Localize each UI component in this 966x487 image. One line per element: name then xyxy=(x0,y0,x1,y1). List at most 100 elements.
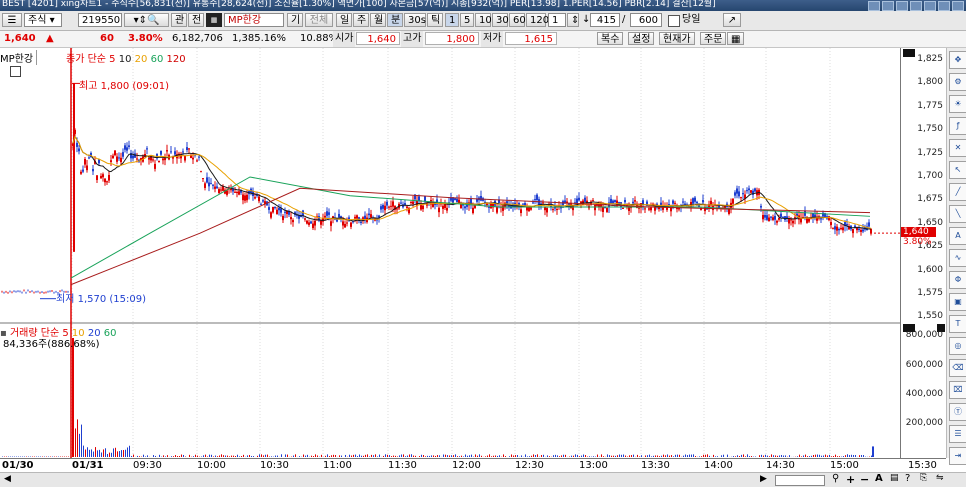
eraser-tool-icon[interactable]: ⌫ xyxy=(949,359,966,377)
lines-tool-icon[interactable]: ☰ xyxy=(949,425,966,443)
order-button[interactable]: 주문 xyxy=(700,32,726,45)
layout-icon[interactable]: ▤ xyxy=(890,473,899,483)
volume-bar xyxy=(377,456,378,457)
current-price-button[interactable]: 현재가 xyxy=(659,32,695,45)
auto-tool-icon[interactable]: A xyxy=(949,227,966,245)
zoom-slider[interactable] xyxy=(775,475,825,486)
sort-icon[interactable]: ↓ xyxy=(582,13,590,27)
restore-window-icon[interactable] xyxy=(868,1,880,11)
volume-bar xyxy=(171,456,172,457)
price-candle xyxy=(114,150,116,155)
period-month[interactable]: 월 xyxy=(370,13,386,27)
target-tool-icon[interactable]: ◎ xyxy=(949,337,966,355)
interval-1[interactable]: 1 xyxy=(445,13,459,27)
volume-bar xyxy=(385,454,386,457)
pin-window-icon[interactable] xyxy=(924,1,936,11)
scroll-left-icon[interactable]: ◀ xyxy=(4,474,11,484)
volume-bar xyxy=(805,455,806,457)
grid-icon[interactable]: ▦ xyxy=(727,32,744,45)
price-candle xyxy=(328,212,330,215)
volume-bar xyxy=(533,454,534,457)
jeon-button[interactable]: 전 xyxy=(188,13,204,27)
volume-bar xyxy=(463,456,464,457)
price-candle xyxy=(344,224,346,227)
unit-input[interactable]: 1 xyxy=(548,13,566,27)
tile-window-icon[interactable] xyxy=(910,1,922,11)
volume-bar xyxy=(621,455,622,457)
text-tool-icon[interactable]: T xyxy=(949,315,966,333)
interval-60[interactable]: 60 xyxy=(509,13,525,27)
exit-tool-icon[interactable]: ⇥ xyxy=(949,447,966,465)
chart-canvas[interactable] xyxy=(0,48,900,458)
period-30s[interactable]: 30s xyxy=(404,13,426,27)
panel-toggle-checkbox[interactable] xyxy=(10,66,21,77)
period-day[interactable]: 일 xyxy=(336,13,352,27)
volume-bar xyxy=(401,455,402,457)
volume-bar xyxy=(559,456,560,457)
period-tick[interactable]: 틱 xyxy=(427,13,443,27)
gi-button[interactable]: 기 xyxy=(287,13,303,27)
bulb-tool-icon[interactable]: ☀ xyxy=(949,95,966,113)
panel-max-icon[interactable] xyxy=(903,49,915,57)
indicator-tool-icon[interactable]: ƒ xyxy=(949,117,966,135)
stock-name-field[interactable]: MP한강 xyxy=(224,13,284,27)
wave-tool-icon[interactable]: ∿ xyxy=(949,249,966,267)
price-candle xyxy=(710,201,712,205)
help-window-icon[interactable] xyxy=(938,1,950,11)
close-window-icon[interactable] xyxy=(952,1,964,11)
settings-tool-icon[interactable]: ⚙ xyxy=(949,73,966,91)
chart-scrollbar[interactable]: ◀ ▶ ⚲ + − A ▤ ? ⎘ ⇋ xyxy=(0,472,966,487)
volume-bar xyxy=(677,455,678,457)
chart-style-icon[interactable]: ↗ xyxy=(723,13,741,27)
interval-30[interactable]: 30 xyxy=(492,13,508,27)
trend-tool-icon[interactable]: ╲ xyxy=(949,205,966,223)
volume-bar xyxy=(307,455,308,457)
font-size-icon[interactable]: A xyxy=(875,473,883,484)
line-tool-icon[interactable]: ╱ xyxy=(949,183,966,201)
stock-type-select[interactable]: 주식 ▾ xyxy=(24,13,62,27)
pointer-tool-icon[interactable]: ↖ xyxy=(949,161,966,179)
price-candle xyxy=(442,206,444,209)
chart-area[interactable]: MP한강 종가 단순 5 10 20 60 120 최고 1,800 (09:0… xyxy=(0,48,900,458)
boksu-button[interactable]: 복수 xyxy=(597,32,623,45)
price-candle xyxy=(254,197,256,198)
volume-bar xyxy=(631,455,632,457)
stock-code-input[interactable]: 219550 xyxy=(78,13,122,27)
interval-5[interactable]: 5 xyxy=(460,13,474,27)
maximize-window-icon[interactable] xyxy=(896,1,908,11)
scroll-right-icon[interactable]: ▶ xyxy=(760,474,767,484)
compare-tool-icon[interactable]: ✕ xyxy=(949,139,966,157)
volume-bar xyxy=(193,456,194,457)
zoom-out-icon[interactable]: − xyxy=(860,473,869,486)
volume-bar xyxy=(827,456,828,457)
dangil-checkbox[interactable] xyxy=(668,15,680,27)
help-icon[interactable]: ? xyxy=(905,473,910,484)
zoom-in-icon[interactable]: + xyxy=(846,473,855,486)
pattern-tool-icon[interactable]: Φ xyxy=(949,271,966,289)
gwan-button[interactable]: 관 xyxy=(171,13,187,27)
copy-icon[interactable]: ⎘ xyxy=(920,473,927,483)
total-input[interactable]: 600 xyxy=(630,13,662,27)
volume-bar xyxy=(455,454,456,457)
sync-icon[interactable]: ⇋ xyxy=(936,473,944,483)
box-tool-icon[interactable]: ▣ xyxy=(949,293,966,311)
pin-icon[interactable]: ⚲ xyxy=(832,473,839,484)
unit-stepper-icon[interactable]: ⇕ xyxy=(567,13,579,27)
interval-120[interactable]: 120 xyxy=(526,13,546,27)
period-minute[interactable]: 분 xyxy=(387,13,403,27)
chart-menu-icon[interactable]: ☰ xyxy=(2,13,22,27)
count-input[interactable]: 415 xyxy=(590,13,620,27)
minimize-window-icon[interactable] xyxy=(882,1,894,11)
type-tool-icon[interactable]: Ⓣ xyxy=(949,403,966,421)
interval-10[interactable]: 10 xyxy=(475,13,491,27)
stock-search-icon[interactable]: ▾⇕🔍 xyxy=(124,13,169,27)
volume-bar xyxy=(197,456,198,457)
crosshair-tool-icon[interactable]: ✥ xyxy=(949,51,966,69)
period-week[interactable]: 주 xyxy=(353,13,369,27)
erase-all-tool-icon[interactable]: ⌧ xyxy=(949,381,966,399)
volume-bar xyxy=(723,455,724,457)
volume-bar xyxy=(811,456,812,457)
jeonche-button[interactable]: 전체 xyxy=(305,13,333,27)
volume-bar xyxy=(861,455,862,457)
settings-button[interactable]: 설정 xyxy=(628,32,654,45)
